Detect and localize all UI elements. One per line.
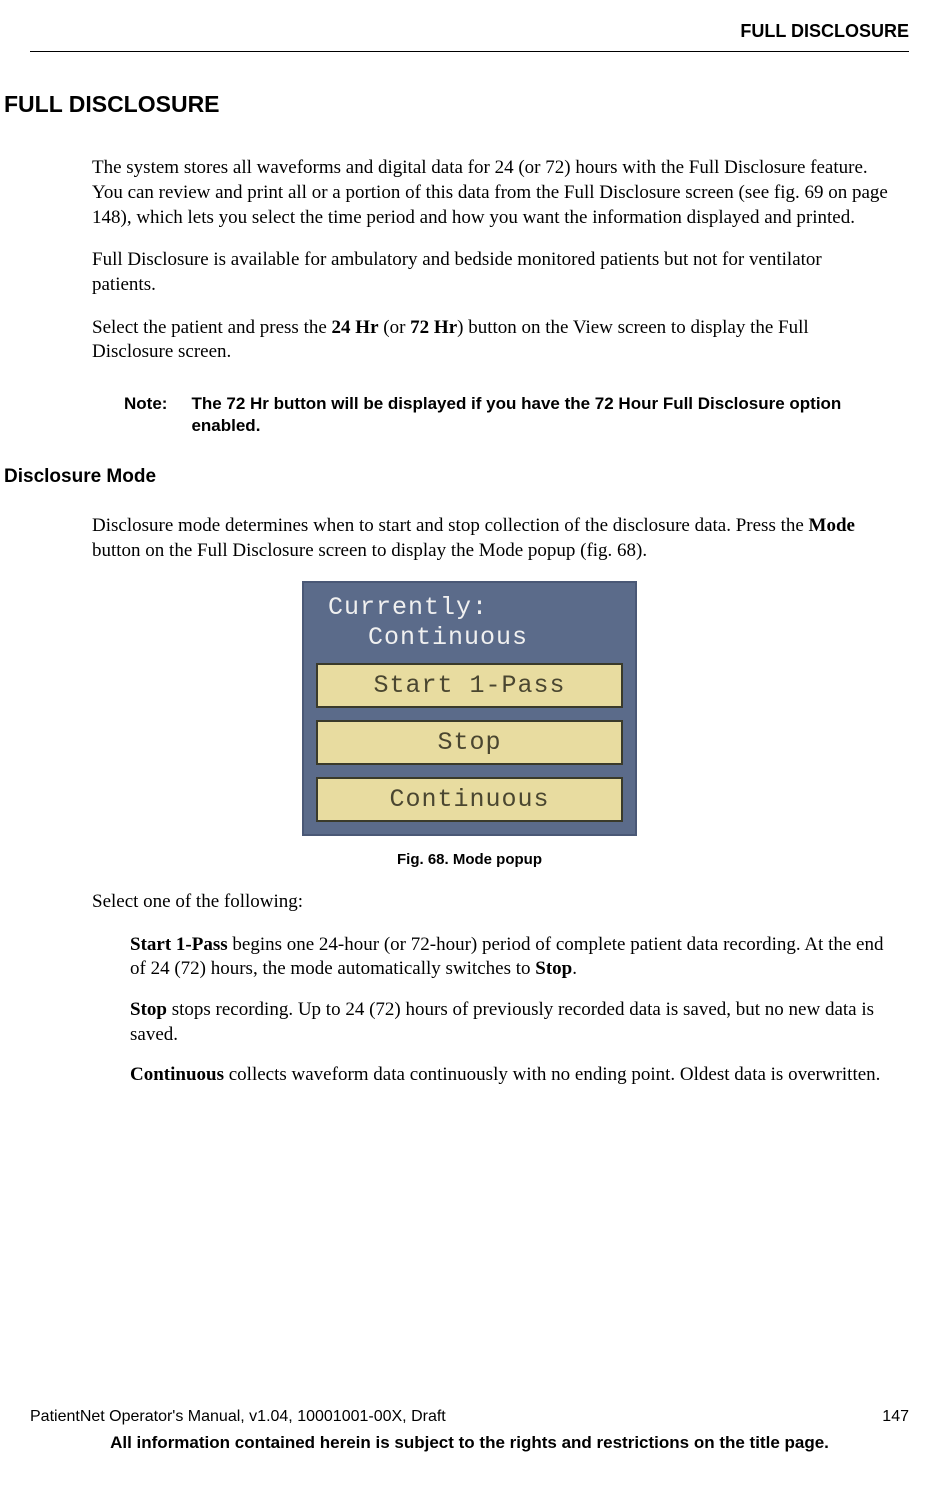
mode-status-label: Currently:: [328, 593, 488, 622]
text: begins one 24-hour (or 72-hour) period o…: [130, 934, 883, 980]
text: stops recording. Up to 24 (72) hours of …: [130, 999, 874, 1045]
page-number: 147: [882, 1407, 909, 1428]
page-footer: PatientNet Operator's Manual, v1.04, 100…: [30, 1407, 909, 1454]
note-block: Note: The 72 Hr button will be displayed…: [92, 393, 889, 437]
text: (or: [379, 317, 411, 338]
text: button on the Full Disclosure screen to …: [92, 540, 647, 561]
mode-popup-status: Currently: Continuous: [316, 593, 623, 653]
note-text: The 72 Hr button will be displayed if yo…: [191, 393, 889, 437]
option-ref: Stop: [535, 958, 572, 979]
paragraph: Disclosure mode determines when to start…: [92, 514, 889, 563]
figure-mode-popup: Currently: Continuous Start 1-Pass Stop …: [30, 581, 909, 870]
button-ref-24hr: 24 Hr: [332, 317, 379, 338]
stop-button[interactable]: Stop: [316, 720, 623, 765]
continuous-button[interactable]: Continuous: [316, 777, 623, 822]
text: collects waveform data continuously with…: [224, 1064, 880, 1085]
option-start-1pass: Start 1-Pass begins one 24-hour (or 72-h…: [130, 933, 889, 982]
text: Select the patient and press the: [92, 317, 332, 338]
text: Disclosure mode determines when to start…: [92, 515, 809, 536]
paragraph: The system stores all waveforms and digi…: [92, 156, 889, 230]
mode-popup-panel: Currently: Continuous Start 1-Pass Stop …: [302, 581, 637, 836]
option-label: Continuous: [130, 1064, 224, 1085]
option-label: Start 1-Pass: [130, 934, 228, 955]
option-continuous: Continuous collects waveform data contin…: [130, 1063, 889, 1088]
options-intro: Select one of the following:: [92, 890, 889, 915]
button-ref-mode: Mode: [809, 515, 855, 536]
footer-manual-info: PatientNet Operator's Manual, v1.04, 100…: [30, 1407, 446, 1428]
mode-status-value: Continuous: [328, 623, 623, 653]
figure-caption: Fig. 68. Mode popup: [30, 850, 909, 870]
text: .: [572, 958, 577, 979]
footer-notice: All information contained herein is subj…: [30, 1432, 909, 1454]
paragraph: Select the patient and press the 24 Hr (…: [92, 316, 889, 365]
option-stop: Stop stops recording. Up to 24 (72) hour…: [130, 998, 889, 1047]
option-label: Stop: [130, 999, 167, 1020]
note-label: Note:: [124, 393, 167, 437]
start-1pass-button[interactable]: Start 1-Pass: [316, 663, 623, 708]
running-header: FULL DISCLOSURE: [30, 20, 909, 52]
subsection-title: Disclosure Mode: [4, 465, 909, 490]
paragraph: Full Disclosure is available for ambulat…: [92, 248, 889, 297]
section-title: FULL DISCLOSURE: [4, 90, 909, 120]
button-ref-72hr: 72 Hr: [410, 317, 457, 338]
